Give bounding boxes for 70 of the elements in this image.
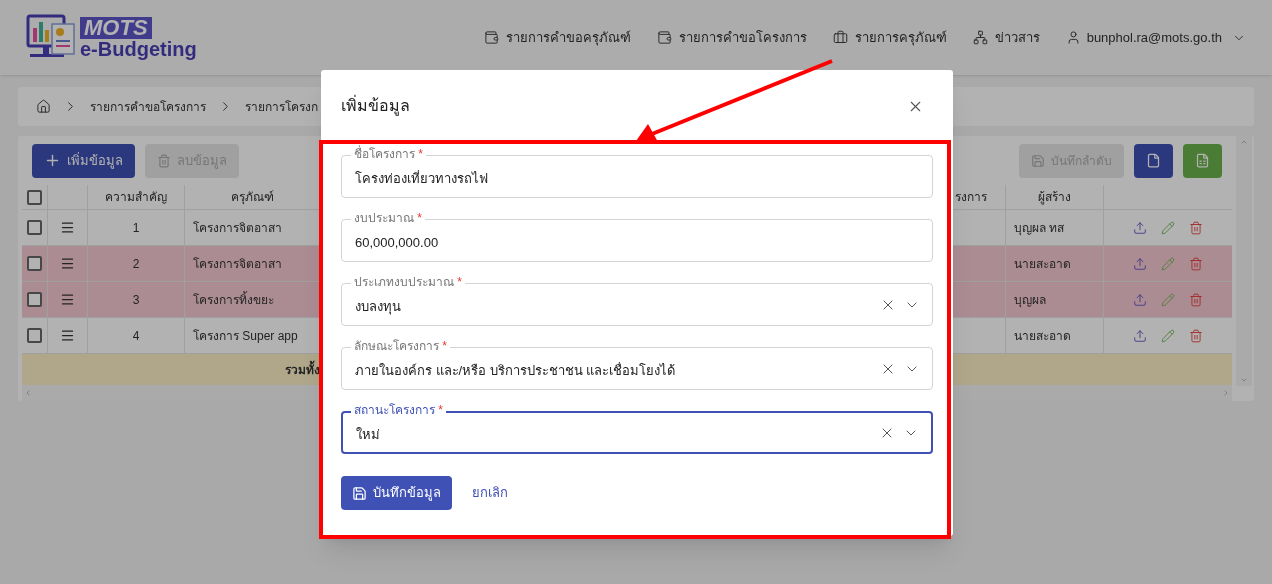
trash-icon[interactable] — [1189, 256, 1203, 271]
table-cell: บุญผล ทส — [1006, 210, 1104, 245]
drag-handle-icon[interactable] — [60, 328, 75, 343]
nav-link[interactable]: รายการครุภัณฑ์ — [832, 27, 947, 48]
save-button[interactable]: บันทึกข้อมูล — [341, 476, 452, 510]
table-cell-text: โครงการจิตอาสา — [192, 219, 283, 237]
table-cell-text: โครงการทิ้งขยะ — [192, 290, 275, 309]
trash-icon — [157, 153, 171, 168]
user-icon — [1065, 30, 1081, 45]
checkbox[interactable] — [27, 189, 42, 205]
trash-icon[interactable] — [1189, 328, 1203, 343]
save-icon — [352, 485, 367, 501]
breadcrumb-link[interactable]: รายการโครงก — [245, 97, 318, 116]
drag-handle-icon[interactable] — [60, 256, 75, 271]
checkbox[interactable] — [27, 256, 42, 271]
logo-subtext: e-Budgeting — [80, 38, 197, 59]
scroll-left-icon — [24, 389, 32, 397]
drag-handle-icon[interactable] — [60, 292, 75, 307]
upload-icon[interactable] — [1133, 328, 1147, 343]
column-header: ครุภัณฑ์ — [230, 189, 275, 207]
wallet-icon — [483, 30, 499, 45]
trash-icon[interactable] — [1189, 292, 1203, 307]
scroll-right-icon — [1222, 389, 1230, 397]
table-cell-text: โครงการจิตอาสา — [192, 255, 283, 273]
spreadsheet-icon — [1195, 153, 1210, 168]
scroll-down-icon — [1240, 376, 1248, 384]
field-value: งบลงทุน — [355, 297, 402, 317]
drag-handle-icon[interactable] — [60, 220, 75, 235]
scroll-up-icon — [1240, 138, 1248, 146]
briefcase-icon — [832, 30, 848, 45]
sitemap-icon — [972, 30, 988, 45]
table-cell: 3 — [88, 282, 185, 317]
excel-button[interactable] — [1183, 143, 1222, 178]
file-button[interactable] — [1134, 143, 1173, 178]
table-cell: 1 — [88, 210, 185, 245]
file-icon — [1146, 153, 1161, 168]
field-value: ภายในองค์กร และ/หรือ บริการประชาชน และเชื่อมโยงได้ — [355, 361, 677, 380]
trash-icon[interactable] — [1189, 220, 1203, 235]
table-cell: 4 — [88, 318, 185, 353]
table-cell: บุญผล — [1006, 282, 1104, 317]
field-value: โครงท่องเที่ยวทางรถไฟ — [355, 169, 489, 188]
upload-icon[interactable] — [1133, 220, 1147, 235]
checkbox[interactable] — [27, 292, 42, 307]
logo-text: MOTS — [80, 16, 152, 39]
logo[interactable]: MOTS e-Budgeting — [26, 9, 197, 66]
dialog-title: เพิ่มข้อมูล — [341, 94, 410, 118]
table-cell: นายสะอาด — [1006, 246, 1104, 281]
nav-link[interactable]: รายการคำขอโครงการ — [656, 27, 807, 48]
column-header: ผู้สร้าง — [1006, 185, 1104, 209]
field-value: 60,000,000.00 — [355, 233, 440, 252]
nav-link[interactable]: รายการคำขอครุภัณฑ์ — [483, 27, 631, 48]
home-icon[interactable] — [36, 99, 51, 114]
column-header: รงการ — [955, 189, 987, 206]
field-value: ใหม่ — [356, 425, 381, 444]
add-button[interactable]: เพิ่มข้อมูล — [32, 143, 135, 178]
column-header: ความสำคัญ — [88, 185, 185, 209]
plus-icon — [44, 152, 61, 169]
user-menu[interactable]: bunphol.ra@mots.go.th — [1065, 27, 1246, 48]
save-icon — [1031, 153, 1045, 168]
breadcrumb-link[interactable]: รายการคำขอโครงการ — [90, 97, 206, 116]
checkbox[interactable] — [27, 220, 42, 235]
table-cell: 2 — [88, 246, 185, 281]
nav-link[interactable]: ข่าวสาร — [972, 27, 1040, 48]
cancel-link[interactable]: ยกเลิก — [472, 483, 508, 503]
table-cell-text: โครงการ Super app — [192, 327, 299, 345]
table-cell: นายสะอาด — [1006, 318, 1104, 353]
wallet-icon — [656, 30, 672, 45]
vertical-scrollbar[interactable] — [1236, 136, 1252, 386]
checkbox[interactable] — [27, 328, 42, 343]
total-label: รวมทั้ง — [285, 360, 320, 379]
